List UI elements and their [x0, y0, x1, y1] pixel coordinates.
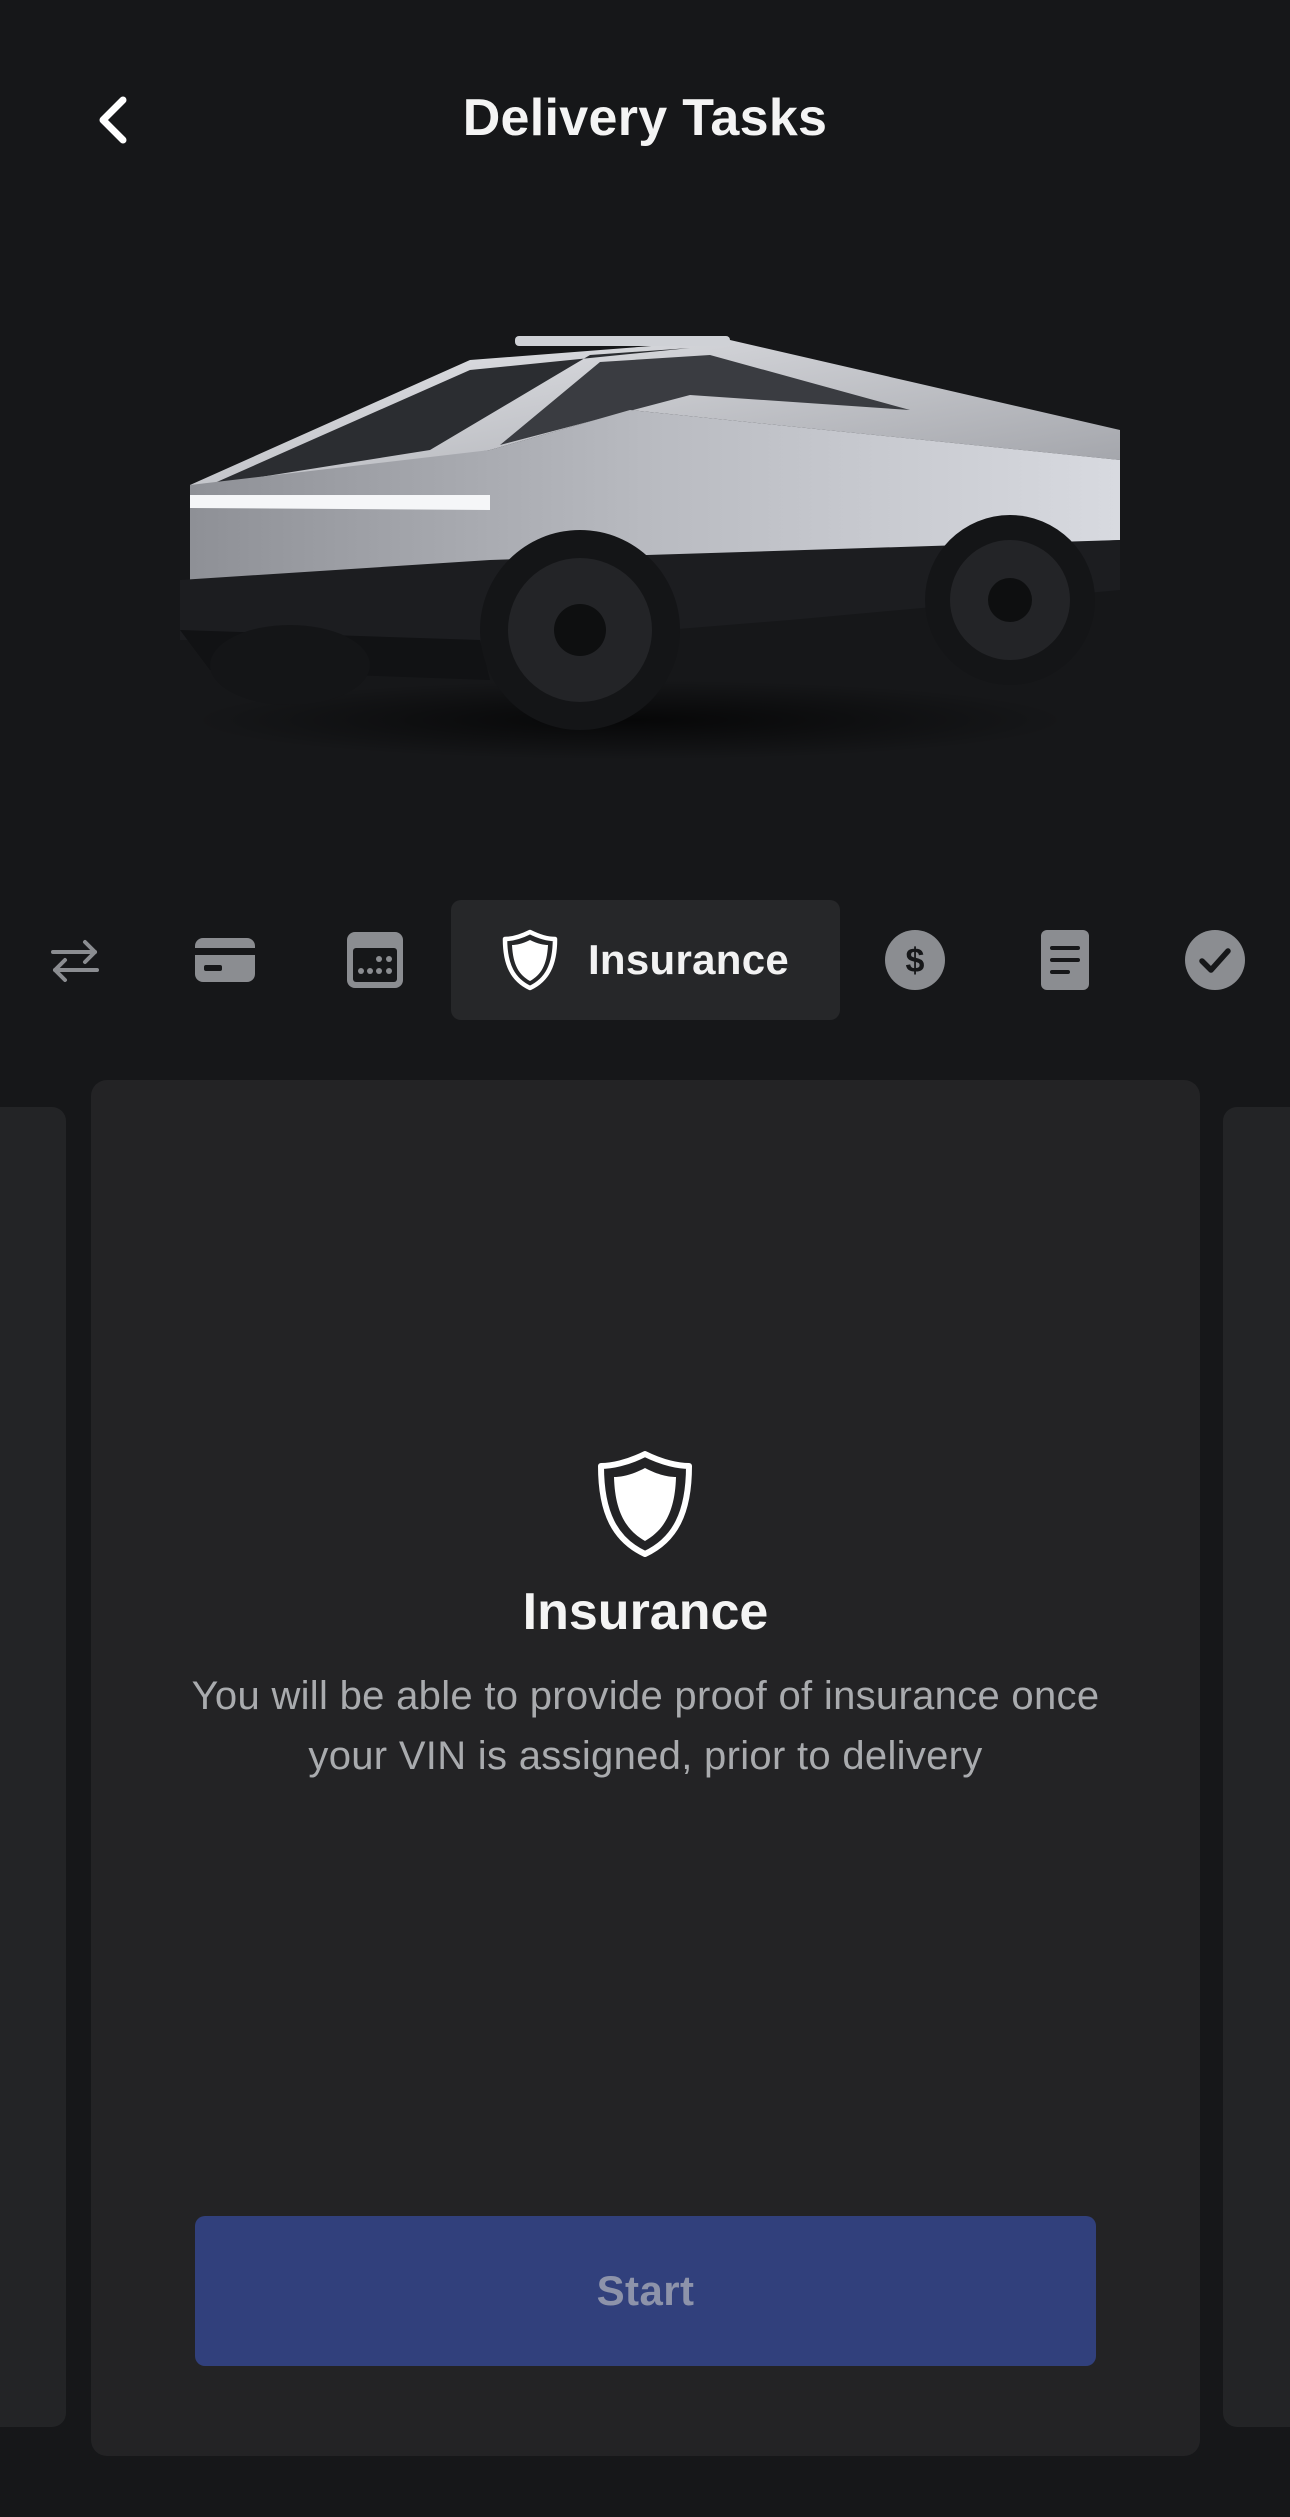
swap-arrows-icon — [51, 940, 99, 982]
header: Delivery Tasks — [0, 0, 1290, 240]
insurance-task-card: Insurance You will be able to provide pr… — [91, 1080, 1200, 2456]
shield-icon — [598, 1451, 692, 1557]
start-button[interactable]: Start — [195, 2216, 1096, 2366]
start-button-label: Start — [596, 2267, 695, 2314]
vehicle-image — [170, 300, 1120, 770]
step-trade-in[interactable] — [35, 900, 115, 1020]
step-payment[interactable] — [185, 900, 265, 1020]
calendar-icon — [347, 932, 403, 988]
step-schedule[interactable] — [335, 900, 415, 1020]
check-circle-icon — [1185, 930, 1245, 990]
previous-task-card[interactable] — [0, 1107, 66, 2427]
step-insurance-label: Insurance — [587, 936, 790, 983]
card-description: You will be able to provide proof of ins… — [191, 1674, 1100, 1778]
page-title: Delivery Tasks — [462, 89, 828, 147]
step-insurance[interactable]: Insurance — [451, 900, 840, 1020]
task-steps-bar: Insurance $ — [0, 900, 1290, 1020]
step-final-payment[interactable]: $ — [875, 900, 955, 1020]
shield-icon — [502, 929, 558, 991]
step-documents[interactable] — [1025, 900, 1105, 1020]
document-icon — [1041, 930, 1089, 990]
dollar-circle-icon: $ — [885, 930, 945, 990]
delivery-tasks-screen: Delivery Tasks Insurance $ Insurance You… — [0, 0, 1290, 2517]
step-complete[interactable] — [1175, 900, 1255, 1020]
next-task-card[interactable] — [1223, 1107, 1290, 2427]
svg-text:$: $ — [906, 942, 925, 980]
credit-card-icon — [195, 938, 255, 982]
card-title: Insurance — [522, 1583, 769, 1641]
